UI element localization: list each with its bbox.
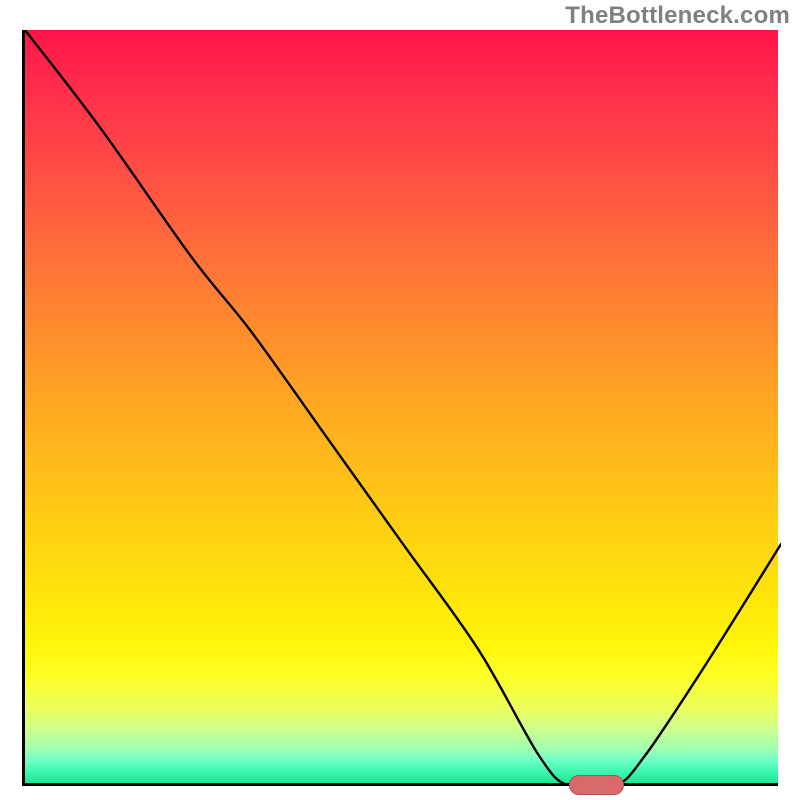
optimal-marker (569, 775, 624, 795)
watermark-text: TheBottleneck.com (565, 2, 790, 30)
chart-canvas: TheBottleneck.com (0, 0, 800, 800)
bottleneck-curve (25, 30, 781, 786)
plot-area (22, 30, 778, 786)
